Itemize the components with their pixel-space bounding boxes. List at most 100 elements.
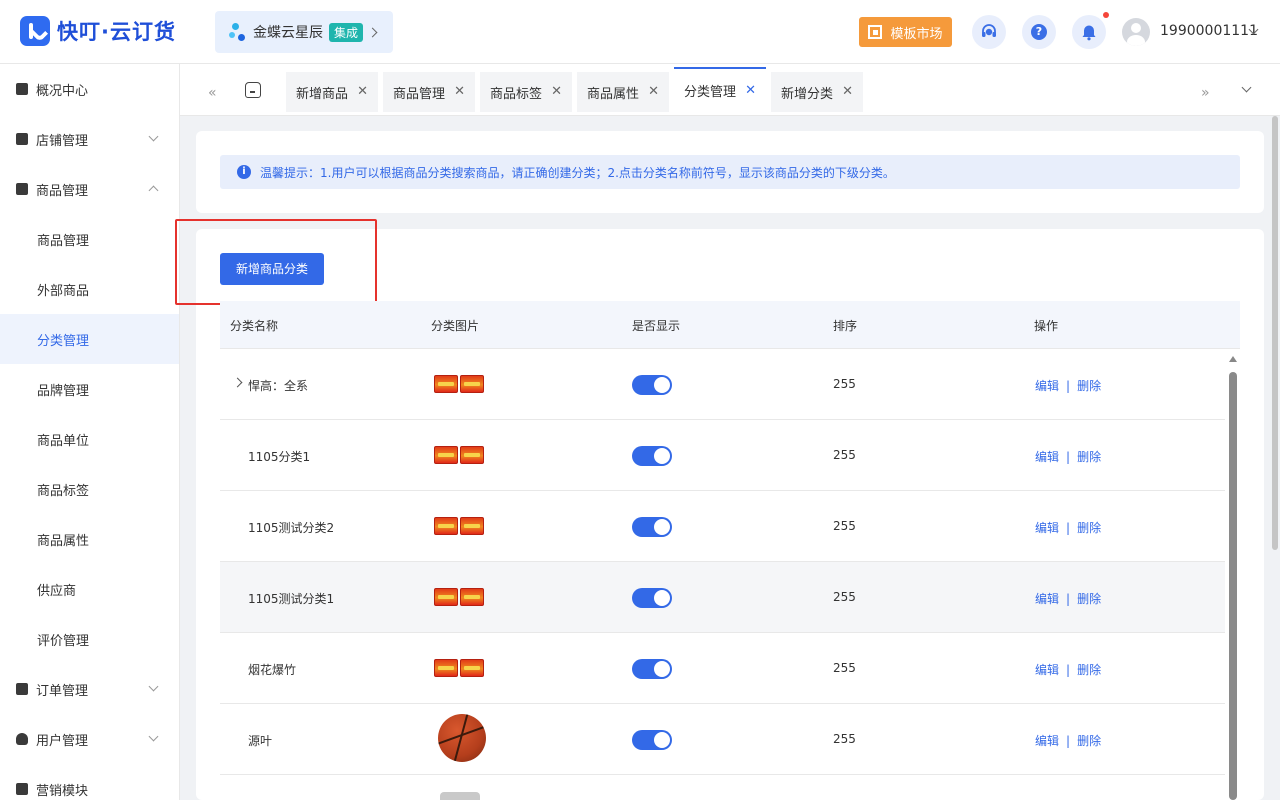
row-actions: 编辑 | 删除 xyxy=(1035,519,1101,536)
scroll-up-arrow-icon[interactable] xyxy=(1229,356,1237,362)
table-row: 1105分类1 255 编辑 | 删除 xyxy=(220,420,1225,491)
chevron-down-icon xyxy=(148,681,159,692)
store-icon xyxy=(16,133,28,145)
sidebar-item-label: 商品管理 xyxy=(36,183,89,199)
action-separator: | xyxy=(1066,379,1071,393)
user-phone[interactable]: 19900001111 xyxy=(1160,23,1258,39)
tab-goods-attributes[interactable]: 商品属性 ✕ xyxy=(577,72,669,112)
sidebar-subitem-external-goods[interactable]: 外部商品 xyxy=(0,264,179,314)
close-icon[interactable]: ✕ xyxy=(745,83,756,98)
sidebar-item-store[interactable]: 店铺管理 xyxy=(0,114,179,164)
edit-link[interactable]: 编辑 xyxy=(1035,521,1059,535)
page-scrollbar-thumb[interactable] xyxy=(1272,116,1278,550)
tab-label: 商品标签 xyxy=(490,86,543,102)
firecracker-image-icon xyxy=(434,659,458,677)
customer-service-icon xyxy=(982,24,996,37)
category-image xyxy=(440,792,480,800)
table-row: 源叶 255 编辑 | 删除 xyxy=(220,704,1225,775)
close-icon[interactable]: ✕ xyxy=(551,84,562,99)
sidebar-item-orders[interactable]: 订单管理 xyxy=(0,664,179,714)
edit-link[interactable]: 编辑 xyxy=(1035,379,1059,393)
scroll-tabs-right-icon[interactable]: » xyxy=(1201,85,1210,101)
sidebar-item-goods[interactable]: 商品管理 xyxy=(0,164,179,214)
sidebar-subitem-reviews[interactable]: 评价管理 xyxy=(0,614,179,664)
template-market-button[interactable]: 模板市场 xyxy=(859,17,952,47)
delete-link[interactable]: 删除 xyxy=(1077,379,1101,393)
avatar[interactable] xyxy=(1122,18,1150,46)
expand-arrow-icon[interactable] xyxy=(232,377,243,388)
tab-category-management[interactable]: 分类管理 ✕ xyxy=(674,67,766,112)
visible-toggle[interactable] xyxy=(632,446,672,466)
category-image xyxy=(434,588,486,610)
firecracker-image-icon xyxy=(460,446,484,464)
sidebar-subitem-unit[interactable]: 商品单位 xyxy=(0,414,179,464)
close-icon[interactable]: ✕ xyxy=(454,84,465,99)
sidebar-subitem-supplier[interactable]: 供应商 xyxy=(0,564,179,614)
sort-value: 255 xyxy=(833,377,856,391)
delete-link[interactable]: 删除 xyxy=(1077,663,1101,677)
category-image xyxy=(434,517,486,539)
notification-button[interactable] xyxy=(1072,15,1106,49)
integration-badge: 集成 xyxy=(329,22,364,42)
home-icon[interactable] xyxy=(245,82,261,98)
tab-label: 商品属性 xyxy=(587,86,640,102)
sidebar-item-label: 供应商 xyxy=(37,583,77,599)
sidebar-item-marketing[interactable]: 营销模块 xyxy=(0,764,179,800)
visible-toggle[interactable] xyxy=(632,659,672,679)
kingdee-logo-icon xyxy=(229,21,249,43)
close-icon[interactable]: ✕ xyxy=(648,84,659,99)
delete-link[interactable]: 删除 xyxy=(1077,450,1101,464)
sidebar-subitem-goods[interactable]: 商品管理 xyxy=(0,214,179,264)
chevron-down-icon xyxy=(148,731,159,742)
tab-goods-tags[interactable]: 商品标签 ✕ xyxy=(480,72,572,112)
delete-link[interactable]: 删除 xyxy=(1077,734,1101,748)
visible-toggle[interactable] xyxy=(632,730,672,750)
tab-label: 新增商品 xyxy=(296,86,349,102)
delete-link[interactable]: 删除 xyxy=(1077,521,1101,535)
edit-link[interactable]: 编辑 xyxy=(1035,592,1059,606)
help-button[interactable]: ? xyxy=(1022,15,1056,49)
template-market-label: 模板市场 xyxy=(890,26,943,42)
sidebar-subitem-tags[interactable]: 商品标签 xyxy=(0,464,179,514)
tab-goods-management[interactable]: 商品管理 ✕ xyxy=(383,72,475,112)
highlight-box xyxy=(175,219,377,305)
category-name: 1105测试分类1 xyxy=(248,592,335,606)
table-row: 1105测试分类2 255 编辑 | 删除 xyxy=(220,491,1225,562)
category-name: 烟花爆竹 xyxy=(248,663,297,677)
tab-add-category[interactable]: 新增分类 ✕ xyxy=(771,72,863,112)
firecracker-image-icon xyxy=(460,517,484,535)
chevron-up-icon xyxy=(148,185,159,196)
customer-service-button[interactable] xyxy=(972,15,1006,49)
sidebar-subitem-category[interactable]: 分类管理 xyxy=(0,314,179,364)
notice-text: 温馨提示：1.用户可以根据商品分类搜索商品，请正确创建分类；2.点击分类名称前符… xyxy=(260,165,895,180)
edit-link[interactable]: 编辑 xyxy=(1035,734,1059,748)
sidebar-item-label: 商品属性 xyxy=(37,533,90,549)
logo-icon xyxy=(20,16,50,46)
edit-link[interactable]: 编辑 xyxy=(1035,450,1059,464)
table-row: 烟花爆竹 255 编辑 | 删除 xyxy=(220,633,1225,704)
brand-logo[interactable]: 快叮·云订货 xyxy=(20,16,176,46)
sidebar-item-overview[interactable]: 概况中心 xyxy=(0,64,179,114)
row-actions: 编辑 | 删除 xyxy=(1035,448,1101,465)
notification-dot xyxy=(1103,12,1109,18)
sidebar-item-users[interactable]: 用户管理 xyxy=(0,714,179,764)
dashboard-icon xyxy=(16,83,28,95)
firecracker-image-icon xyxy=(460,588,484,606)
visible-toggle[interactable] xyxy=(632,517,672,537)
scroll-tabs-left-icon[interactable]: « xyxy=(208,85,217,101)
integration-switch[interactable]: 金蝶云星辰 集成 xyxy=(215,11,393,53)
close-icon[interactable]: ✕ xyxy=(842,84,853,99)
visible-toggle[interactable] xyxy=(632,588,672,608)
sidebar-item-label: 概况中心 xyxy=(36,83,89,99)
tab-add-goods[interactable]: 新增商品 ✕ xyxy=(286,72,378,112)
visible-toggle[interactable] xyxy=(632,375,672,395)
sidebar-item-label: 外部商品 xyxy=(37,283,90,299)
delete-link[interactable]: 删除 xyxy=(1077,592,1101,606)
sidebar-item-label: 商品标签 xyxy=(37,483,90,499)
firecracker-image-icon xyxy=(434,517,458,535)
table-scrollbar-thumb[interactable] xyxy=(1229,372,1237,800)
sidebar-subitem-brand[interactable]: 品牌管理 xyxy=(0,364,179,414)
sidebar-subitem-attributes[interactable]: 商品属性 xyxy=(0,514,179,564)
edit-link[interactable]: 编辑 xyxy=(1035,663,1059,677)
close-icon[interactable]: ✕ xyxy=(357,84,368,99)
